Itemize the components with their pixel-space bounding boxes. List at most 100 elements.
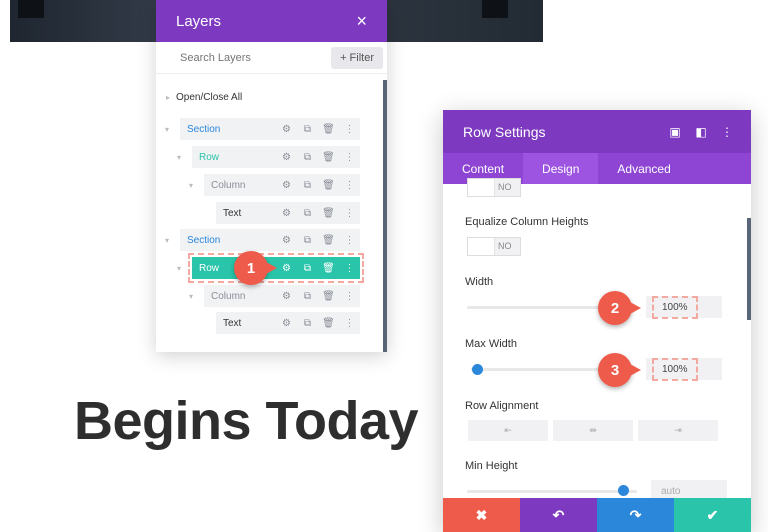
- layer-label: Section: [187, 234, 221, 246]
- align-left-button[interactable]: ⇤: [468, 420, 548, 441]
- layer-label: Column: [211, 179, 246, 191]
- open-close-all[interactable]: ▸ Open/Close All: [166, 92, 242, 103]
- gear-icon[interactable]: ⚙: [276, 180, 297, 191]
- more-icon[interactable]: ⋮: [339, 152, 360, 163]
- align-right-button[interactable]: ⇥: [638, 420, 718, 441]
- tab-advanced[interactable]: Advanced: [598, 153, 689, 184]
- gear-icon[interactable]: ⚙: [276, 291, 297, 302]
- layer-label: Row: [199, 151, 220, 163]
- duplicate-icon[interactable]: ⧉: [297, 291, 318, 302]
- badge-pointer: [630, 364, 641, 376]
- page-heading: Begins Today: [74, 391, 419, 451]
- search-input[interactable]: [178, 50, 302, 65]
- toggle-knob: [468, 238, 495, 255]
- row-settings-panel: Row Settings ▣ ◧ ⋮ Content Design Advanced…: [443, 110, 751, 532]
- trash-icon[interactable]: 🗑: [318, 124, 339, 135]
- toggle-switch[interactable]: NO: [467, 178, 521, 197]
- more-icon[interactable]: ⋮: [339, 263, 360, 274]
- gear-icon[interactable]: ⚙: [276, 235, 297, 246]
- more-icon[interactable]: ⋮: [339, 124, 360, 135]
- more-icon[interactable]: ⋮: [339, 235, 360, 246]
- layers-panel: Layers × + Filter ▸Open/Close All ▾ ▾ ▾ …: [156, 0, 387, 352]
- hero-image-object: [18, 0, 44, 18]
- gear-icon[interactable]: ⚙: [276, 263, 297, 274]
- layer-label: Text: [223, 317, 242, 329]
- layer-label: Section: [187, 123, 221, 135]
- equalize-heights-toggle[interactable]: NO: [467, 237, 521, 256]
- duplicate-icon[interactable]: ⧉: [297, 263, 318, 274]
- max-width-value: 100%: [652, 357, 698, 381]
- more-icon[interactable]: ⋮: [339, 180, 360, 191]
- step-badge-number: 1: [246, 259, 256, 277]
- layer-item-column[interactable]: Column ⚙ ⧉ 🗑 ⋮: [204, 174, 360, 196]
- fullscreen-icon[interactable]: ▣: [665, 125, 685, 139]
- badge-pointer: [630, 302, 641, 314]
- min-height-slider-handle[interactable]: [618, 485, 629, 496]
- layer-item-column[interactable]: Column ⚙ ⧉ 🗑 ⋮: [204, 285, 360, 307]
- settings-footer: ✖ ↶ ↷ ✔: [443, 498, 751, 532]
- gear-icon[interactable]: ⚙: [276, 152, 297, 163]
- max-width-input[interactable]: 100%: [646, 357, 722, 381]
- chevron-down-icon[interactable]: ▾: [189, 181, 193, 190]
- width-input[interactable]: 100%: [646, 295, 722, 319]
- more-icon[interactable]: ⋮: [339, 291, 360, 302]
- trash-icon[interactable]: 🗑: [318, 235, 339, 246]
- layers-header: Layers ×: [156, 0, 387, 42]
- layer-item-section[interactable]: Section ⚙ ⧉ 🗑 ⋮: [180, 229, 360, 251]
- duplicate-icon[interactable]: ⧉: [297, 152, 318, 163]
- row-settings-title: Row Settings: [463, 123, 546, 140]
- save-button[interactable]: ✔: [674, 498, 751, 532]
- redo-button[interactable]: ↷: [597, 498, 674, 532]
- width-value: 100%: [652, 295, 698, 319]
- chevron-down-icon[interactable]: ▾: [165, 125, 169, 134]
- step-badge-2: 2: [598, 291, 641, 325]
- trash-icon[interactable]: 🗑: [318, 263, 339, 274]
- close-icon[interactable]: ×: [356, 11, 367, 32]
- chevron-down-icon[interactable]: ▾: [177, 264, 181, 273]
- step-badge-number: 3: [610, 361, 620, 379]
- chevron-down-icon[interactable]: ▾: [177, 153, 181, 162]
- layer-item-section[interactable]: Section ⚙ ⧉ 🗑 ⋮: [180, 118, 360, 140]
- row-settings-header: Row Settings ▣ ◧ ⋮: [443, 110, 751, 153]
- trash-icon[interactable]: 🗑: [318, 318, 339, 329]
- step-badge-3: 3: [598, 353, 641, 387]
- filter-button[interactable]: + Filter: [331, 46, 383, 69]
- open-close-label: Open/Close All: [176, 92, 243, 103]
- layer-item-text[interactable]: Text ⚙ ⧉ 🗑 ⋮: [216, 202, 360, 224]
- more-icon[interactable]: ⋮: [339, 208, 360, 219]
- layer-label: Text: [223, 207, 242, 219]
- duplicate-icon[interactable]: ⧉: [297, 124, 318, 135]
- tab-design[interactable]: Design: [523, 153, 599, 184]
- chevron-down-icon[interactable]: ▾: [189, 292, 193, 301]
- undo-button[interactable]: ↶: [520, 498, 597, 532]
- layers-scrollbar[interactable]: [383, 80, 387, 352]
- width-label: Width: [465, 276, 494, 288]
- cancel-button[interactable]: ✖: [443, 498, 520, 532]
- layer-item-row[interactable]: Row ⚙ ⧉ 🗑 ⋮: [192, 146, 360, 168]
- layers-search-bar: + Filter: [156, 42, 387, 74]
- duplicate-icon[interactable]: ⧉: [297, 208, 318, 219]
- align-center-button[interactable]: ⇹: [553, 420, 633, 441]
- trash-icon[interactable]: 🗑: [318, 208, 339, 219]
- toggle-knob: [468, 179, 495, 196]
- min-height-slider[interactable]: [467, 490, 637, 493]
- duplicate-icon[interactable]: ⧉: [297, 318, 318, 329]
- chevron-down-icon[interactable]: ▾: [165, 236, 169, 245]
- trash-icon[interactable]: 🗑: [318, 152, 339, 163]
- gear-icon[interactable]: ⚙: [276, 318, 297, 329]
- trash-icon[interactable]: 🗑: [318, 291, 339, 302]
- gear-icon[interactable]: ⚙: [276, 124, 297, 135]
- sidebar-icon[interactable]: ◧: [691, 125, 711, 139]
- step-badge-1: 1: [234, 251, 277, 285]
- more-icon[interactable]: ⋮: [717, 125, 737, 139]
- settings-scrollbar[interactable]: [747, 218, 751, 320]
- gear-icon[interactable]: ⚙: [276, 208, 297, 219]
- trash-icon[interactable]: 🗑: [318, 180, 339, 191]
- settings-body: NO Equalize Column Heights NO Width 100%…: [443, 178, 751, 502]
- max-width-slider-handle[interactable]: [472, 364, 483, 375]
- duplicate-icon[interactable]: ⧉: [297, 235, 318, 246]
- layer-item-text[interactable]: Text ⚙ ⧉ 🗑 ⋮: [216, 312, 360, 334]
- more-icon[interactable]: ⋮: [339, 318, 360, 329]
- duplicate-icon[interactable]: ⧉: [297, 180, 318, 191]
- min-height-label: Min Height: [465, 460, 518, 472]
